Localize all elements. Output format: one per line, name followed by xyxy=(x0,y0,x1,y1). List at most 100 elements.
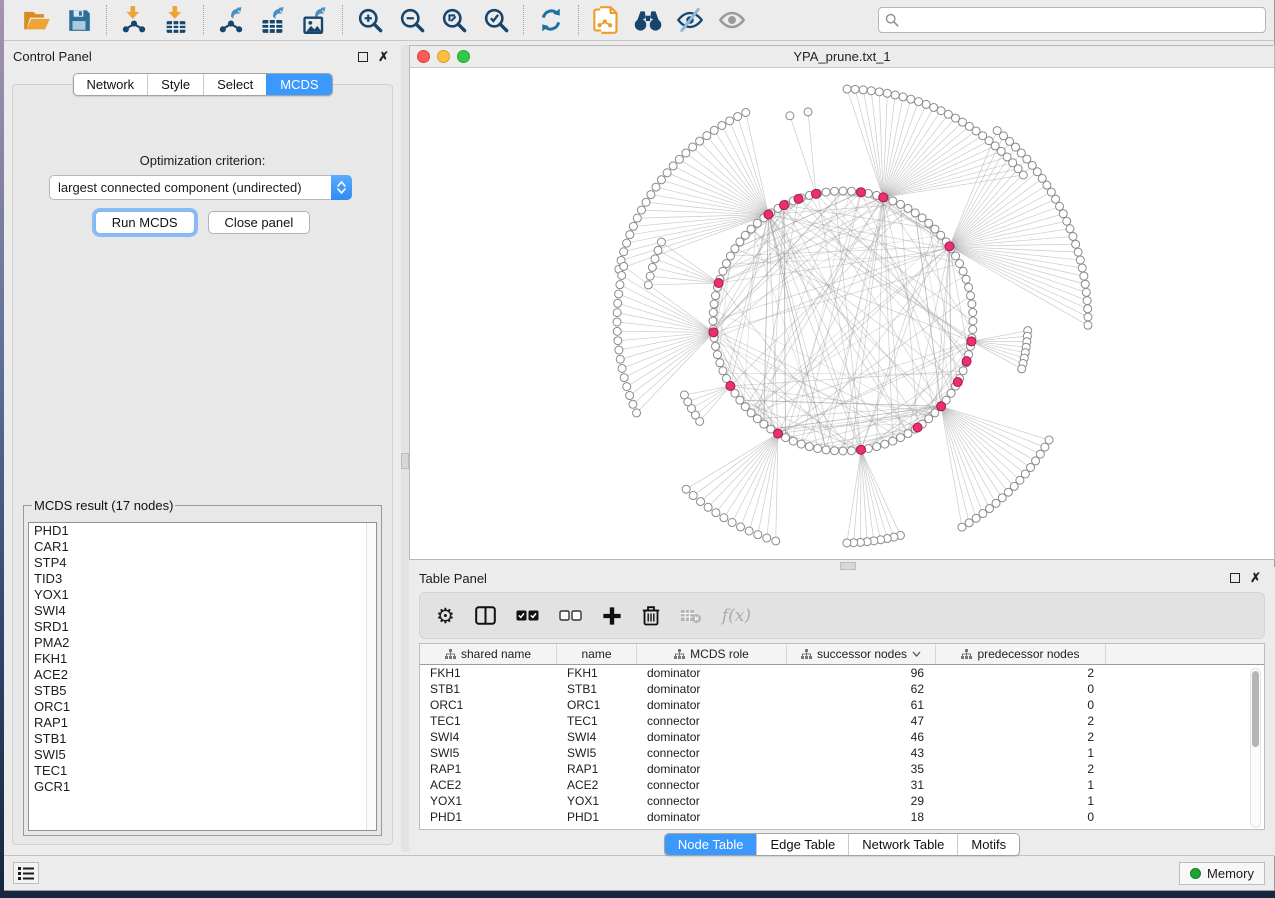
network-leaf-node[interactable] xyxy=(728,519,736,527)
network-node[interactable] xyxy=(814,445,822,453)
mcds-result-item[interactable]: ORC1 xyxy=(29,699,376,715)
network-node[interactable] xyxy=(969,326,977,334)
table-row[interactable]: STB1STB1dominator620 xyxy=(420,681,1264,697)
network-leaf-node[interactable] xyxy=(644,281,652,289)
network-leaf-node[interactable] xyxy=(620,374,628,382)
export-image-button[interactable] xyxy=(300,5,330,35)
network-leaf-node[interactable] xyxy=(1083,297,1091,305)
network-node[interactable] xyxy=(873,443,881,451)
network-leaf-node[interactable] xyxy=(682,485,690,493)
network-leaf-node[interactable] xyxy=(663,169,671,177)
tab-mcds[interactable]: MCDS xyxy=(266,74,331,95)
column-header-shared-name[interactable]: shared name xyxy=(420,644,557,664)
network-leaf-node[interactable] xyxy=(704,503,712,511)
network-leaf-node[interactable] xyxy=(657,176,665,184)
network-leaf-node[interactable] xyxy=(637,206,645,214)
column-header-predecessor-nodes[interactable]: predecessor nodes xyxy=(936,644,1106,664)
network-node[interactable] xyxy=(952,252,960,260)
close-table-panel-icon[interactable]: ✗ xyxy=(1250,573,1261,583)
network-leaf-node[interactable] xyxy=(689,492,697,500)
network-node[interactable] xyxy=(918,214,926,222)
network-leaf-node[interactable] xyxy=(965,519,973,527)
network-leaf-node[interactable] xyxy=(642,198,650,206)
network-leaf-node[interactable] xyxy=(696,137,704,145)
mcds-result-item[interactable]: TEC1 xyxy=(29,763,376,779)
network-leaf-node[interactable] xyxy=(745,527,753,535)
network-leaf-node[interactable] xyxy=(1059,210,1067,218)
network-node[interactable] xyxy=(830,447,838,455)
zoom-selected-button[interactable] xyxy=(481,5,511,35)
table-settings-button[interactable]: ⚙ xyxy=(436,603,455,629)
network-node[interactable] xyxy=(968,300,976,308)
network-leaf-node[interactable] xyxy=(1076,256,1084,264)
network-leaf-node[interactable] xyxy=(1069,232,1077,240)
network-node[interactable] xyxy=(789,437,797,445)
network-node[interactable] xyxy=(711,292,719,300)
network-node[interactable] xyxy=(753,415,761,423)
network-leaf-node[interactable] xyxy=(620,262,628,270)
criterion-dropdown[interactable]: largest connected component (undirected) xyxy=(49,175,352,200)
mcds-hub-node[interactable] xyxy=(774,429,783,438)
network-leaf-node[interactable] xyxy=(734,113,742,121)
network-leaf-node[interactable] xyxy=(614,337,622,345)
network-leaf-node[interactable] xyxy=(851,85,859,93)
close-panel-icon[interactable]: ✗ xyxy=(378,52,389,62)
network-leaf-node[interactable] xyxy=(613,318,621,326)
network-leaf-node[interactable] xyxy=(859,86,867,94)
network-leaf-node[interactable] xyxy=(786,112,794,120)
network-leaf-node[interactable] xyxy=(1018,365,1026,373)
mcds-hub-node[interactable] xyxy=(779,201,788,210)
network-leaf-node[interactable] xyxy=(654,246,662,254)
import-network-button[interactable] xyxy=(119,5,149,35)
network-leaf-node[interactable] xyxy=(922,100,930,108)
network-leaf-node[interactable] xyxy=(958,523,966,531)
tab-select[interactable]: Select xyxy=(203,74,266,95)
network-node[interactable] xyxy=(956,260,964,268)
network-leaf-node[interactable] xyxy=(616,281,624,289)
table-tab-motifs[interactable]: Motifs xyxy=(957,834,1019,855)
float-panel-icon[interactable] xyxy=(358,52,368,62)
network-node[interactable] xyxy=(747,409,755,417)
network-node[interactable] xyxy=(711,342,719,350)
network-node[interactable] xyxy=(709,317,717,325)
mcds-result-item[interactable]: STP4 xyxy=(29,555,376,571)
network-leaf-node[interactable] xyxy=(1063,217,1071,225)
close-panel-button[interactable]: Close panel xyxy=(208,211,311,234)
network-node[interactable] xyxy=(959,267,967,275)
network-node[interactable] xyxy=(722,260,730,268)
network-leaf-node[interactable] xyxy=(1056,202,1064,210)
table-row[interactable]: FKH1FKH1dominator962 xyxy=(420,665,1264,681)
network-leaf-node[interactable] xyxy=(720,514,728,522)
network-node[interactable] xyxy=(726,252,734,260)
network-node[interactable] xyxy=(731,245,739,253)
network-leaf-node[interactable] xyxy=(618,364,626,372)
network-canvas[interactable] xyxy=(410,68,1274,559)
network-node[interactable] xyxy=(925,415,933,423)
network-leaf-node[interactable] xyxy=(742,109,750,117)
export-network-button[interactable] xyxy=(216,5,246,35)
mcds-hub-node[interactable] xyxy=(811,189,820,198)
table-row[interactable]: SWI5SWI5connector431 xyxy=(420,745,1264,761)
zoom-in-button[interactable] xyxy=(355,5,385,35)
mcds-result-item[interactable]: SWI5 xyxy=(29,747,376,763)
network-node[interactable] xyxy=(959,367,967,375)
network-leaf-node[interactable] xyxy=(616,355,624,363)
table-row[interactable]: YOX1YOX1connector291 xyxy=(420,793,1264,809)
mcds-result-item[interactable]: RAP1 xyxy=(29,715,376,731)
vertical-splitter[interactable] xyxy=(401,45,409,852)
network-leaf-node[interactable] xyxy=(737,523,745,531)
network-leaf-node[interactable] xyxy=(652,183,660,191)
mcds-hub-node[interactable] xyxy=(726,382,735,391)
mcds-result-item[interactable]: SWI4 xyxy=(29,603,376,619)
deselect-all-rows-button[interactable] xyxy=(559,603,582,629)
table-tab-node-table[interactable]: Node Table xyxy=(665,834,757,855)
memory-button[interactable]: Memory xyxy=(1179,862,1265,885)
network-node[interactable] xyxy=(881,440,889,448)
network-node[interactable] xyxy=(904,430,912,438)
network-node[interactable] xyxy=(805,443,813,451)
import-table-button[interactable] xyxy=(161,5,191,35)
network-node[interactable] xyxy=(830,187,838,195)
network-node[interactable] xyxy=(822,446,830,454)
network-node[interactable] xyxy=(931,409,939,417)
network-node[interactable] xyxy=(962,275,970,283)
